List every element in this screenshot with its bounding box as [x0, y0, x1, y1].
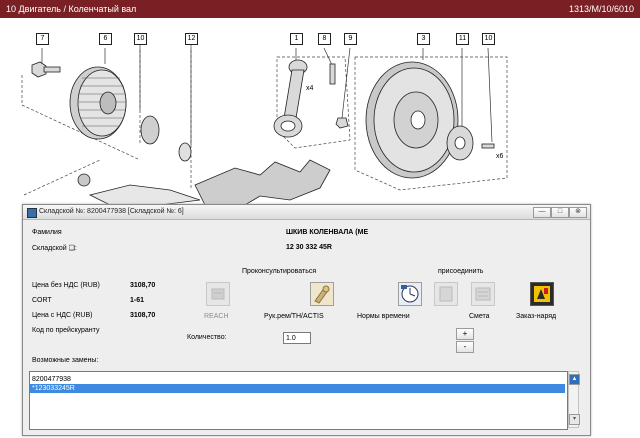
callout-11[interactable]: 11 [456, 33, 469, 45]
bolt-part-drawing [31, 61, 61, 78]
price-vat-label: Цена с НДС (RUB) [32, 312, 93, 319]
family-label: Фамилия [32, 229, 62, 236]
replacements-scrollbar[interactable]: ▲ ▾ [568, 371, 580, 428]
attach-heading: присоединить [438, 268, 484, 275]
callout-6[interactable]: 6 [99, 33, 112, 45]
callout-10b[interactable]: 10 [482, 33, 495, 45]
breadcrumb-title: 10 Двигатель / Коленчатый вал [6, 4, 137, 14]
stock-value: 12 30 332 45R [286, 244, 332, 251]
minimize-button[interactable]: — [533, 207, 551, 218]
price-no-vat-value: 3108,70 [130, 282, 156, 289]
replacements-label: Возможные замены: [32, 357, 99, 364]
annotation-x4: x4 [306, 85, 314, 92]
dialog-titlebar[interactable]: Складской №: 8200477938 [Складской №: 6]… [23, 205, 590, 220]
quantity-input[interactable]: 1.0 [283, 332, 311, 344]
callout-12[interactable]: 12 [185, 33, 198, 45]
connecting-rod-part-drawing: x4 [273, 59, 314, 138]
quantity-minus-button[interactable]: - [456, 341, 474, 353]
cort-value: 1-61 [130, 297, 145, 304]
callout-1[interactable]: 1 [290, 33, 303, 45]
callout-10[interactable]: 10 [134, 33, 147, 45]
price-vat-value: 3108,70 [130, 312, 156, 319]
replacements-list[interactable]: 8200477938 *123033245R [29, 371, 568, 430]
callout-3[interactable]: 3 [417, 33, 430, 45]
window-app-icon [27, 208, 37, 218]
work-order-action-label[interactable]: Заказ-наряд [516, 313, 556, 320]
flywheel-bolt-drawing [481, 143, 495, 149]
reach-icon[interactable] [206, 282, 230, 306]
flywheel-part-drawing [365, 61, 459, 179]
reach-action-label[interactable]: REACH [204, 313, 229, 320]
repair-manual-action-label[interactable]: Рук.рем/TH/ACTIS [264, 313, 324, 320]
annotation-x6: x6 [496, 153, 504, 160]
document-code: 1313/M/10/6010 [568, 4, 634, 14]
scroll-up-icon[interactable]: ▲ [569, 374, 580, 385]
estimate-icon[interactable] [471, 282, 495, 306]
scroll-down-icon[interactable]: ▾ [569, 414, 580, 425]
stock-label: Складской ❏: [32, 245, 77, 252]
maximize-button[interactable]: □ [551, 207, 569, 218]
family-value: ШКИВ КОЛЕНВАЛА (МЕ [286, 229, 369, 236]
list-item[interactable]: 8200477938 [30, 375, 565, 384]
labor-time-icon[interactable] [398, 282, 422, 306]
rod-bolt-drawing [329, 63, 336, 85]
pulley-part-drawing [69, 66, 127, 140]
price-no-vat-label: Цена без НДС (RUB) [32, 282, 100, 289]
cort-label: CORT [32, 297, 52, 304]
attach-disabled-icon[interactable] [434, 282, 458, 306]
dialog-title: Складской №: 8200477938 [Складской №: 6] [39, 208, 184, 215]
callout-7[interactable]: 7 [36, 33, 49, 45]
quantity-plus-button[interactable]: + [456, 328, 474, 340]
header-bar: 10 Двигатель / Коленчатый вал 1313/M/10/… [0, 0, 640, 18]
callout-8[interactable]: 8 [318, 33, 331, 45]
labor-time-action-label[interactable]: Нормы времени [357, 313, 410, 320]
pricelist-code-label: Код по прейскуранту [32, 327, 100, 334]
estimate-action-label[interactable]: Смета [469, 313, 490, 320]
consult-heading: Проконсультироваться [242, 268, 317, 275]
callout-9[interactable]: 9 [344, 33, 357, 45]
nut-drawing [335, 117, 349, 129]
work-order-icon[interactable] [530, 282, 554, 306]
quantity-label: Количество: [187, 334, 227, 341]
repair-manual-icon[interactable] [310, 282, 334, 306]
close-button[interactable]: ⊗ [569, 207, 587, 218]
list-item-selected[interactable]: *123033245R [30, 384, 565, 393]
